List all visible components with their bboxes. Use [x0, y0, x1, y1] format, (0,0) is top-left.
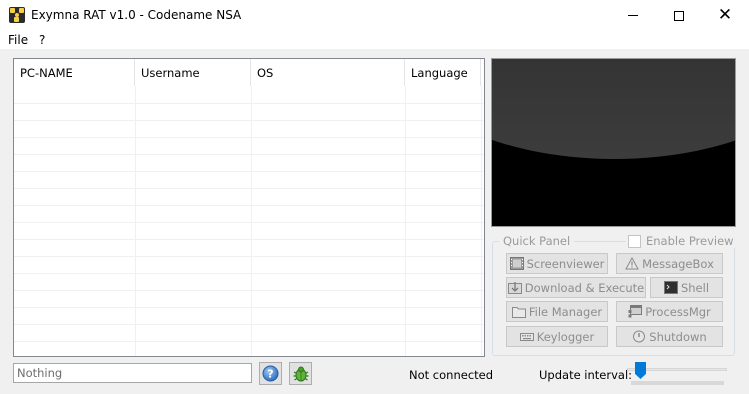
menu-bar: File ? [0, 31, 749, 50]
process-window-icon [628, 305, 643, 318]
warning-icon [625, 257, 639, 270]
enable-preview-toggle[interactable]: Enable Preview [626, 234, 737, 248]
maximize-icon [674, 10, 684, 21]
client-list-header: PC-NAME Username OS Language [14, 59, 484, 86]
row-gridline [14, 239, 484, 240]
row-gridline [14, 222, 484, 223]
process-manager-label: ProcessMgr [645, 304, 711, 319]
folder-icon [511, 307, 526, 318]
quick-panel-title: Quick Panel [499, 234, 575, 248]
download-execute-button[interactable]: Download & Execute [506, 277, 646, 298]
bug-icon [293, 366, 308, 381]
row-gridline [14, 120, 484, 121]
slider-thumb[interactable] [635, 362, 646, 379]
menu-file[interactable]: File [8, 33, 28, 47]
row-gridline [14, 188, 484, 189]
row-gridline [14, 154, 484, 155]
radiation-icon [9, 7, 25, 23]
help-button[interactable]: ? [259, 362, 282, 385]
row-gridline [14, 171, 484, 172]
close-button[interactable]: ✕ [702, 0, 748, 31]
column-header-language[interactable]: Language [405, 59, 481, 86]
keylogger-button[interactable]: Keylogger [506, 326, 608, 347]
enable-preview-label: Enable Preview [646, 234, 734, 248]
film-icon [509, 257, 524, 270]
row-gridline [14, 341, 484, 342]
column-header-os[interactable]: OS [251, 59, 405, 86]
title-bar: Exymna RAT v1.0 - Codename NSA ✕ [0, 0, 749, 31]
client-list[interactable]: PC-NAME Username OS Language [13, 58, 485, 357]
keylogger-label: Keylogger [536, 329, 595, 344]
shell-label: Shell [680, 280, 710, 295]
screen-preview [491, 58, 736, 227]
maximize-button[interactable] [656, 0, 702, 31]
file-manager-label: File Manager [528, 304, 603, 319]
process-manager-button[interactable]: ProcessMgr [616, 301, 723, 322]
keyboard-icon [519, 333, 534, 341]
messagebox-label: MessageBox [642, 256, 714, 271]
row-gridline [14, 290, 484, 291]
status-input[interactable]: Nothing [13, 363, 252, 383]
column-gridline [135, 86, 136, 356]
messagebox-button[interactable]: MessageBox [616, 253, 723, 274]
column-header-pc-name[interactable]: PC-NAME [14, 59, 135, 86]
row-gridline [14, 273, 484, 274]
row-gridline [14, 256, 484, 257]
slider-ticks [631, 381, 724, 385]
help-icon: ? [262, 365, 279, 382]
file-manager-button[interactable]: File Manager [506, 301, 608, 322]
update-interval-slider[interactable] [625, 360, 731, 388]
download-execute-label: Download & Execute [524, 280, 645, 295]
row-gridline [14, 205, 484, 206]
row-gridline [14, 324, 484, 325]
row-gridline [14, 137, 484, 138]
connection-status: Not connected [409, 368, 494, 382]
minimize-icon [628, 15, 638, 16]
svg-text:?: ? [267, 368, 273, 381]
enable-preview-checkbox[interactable] [628, 234, 641, 248]
download-icon [507, 282, 522, 294]
plugin-button[interactable] [289, 362, 312, 385]
shell-button[interactable]: Shell [650, 277, 723, 298]
row-gridline [14, 103, 484, 104]
screenviewer-label: Screenviewer [526, 256, 605, 271]
column-gridline [251, 86, 252, 356]
screenviewer-button[interactable]: Screenviewer [506, 253, 608, 274]
column-gridline [405, 86, 406, 356]
power-icon [633, 330, 646, 343]
update-interval-label: Update interval: [539, 368, 633, 382]
column-gridline [481, 86, 482, 356]
window-title: Exymna RAT v1.0 - Codename NSA [31, 8, 242, 22]
shutdown-button[interactable]: Shutdown [616, 326, 723, 347]
column-header-username[interactable]: Username [135, 59, 251, 86]
menu-help[interactable]: ? [39, 33, 45, 47]
client-list-rows [14, 86, 484, 356]
minimize-button[interactable] [610, 0, 656, 31]
shutdown-label: Shutdown [649, 329, 707, 344]
terminal-icon [663, 281, 678, 294]
close-icon: ✕ [717, 5, 733, 25]
row-gridline [14, 307, 484, 308]
